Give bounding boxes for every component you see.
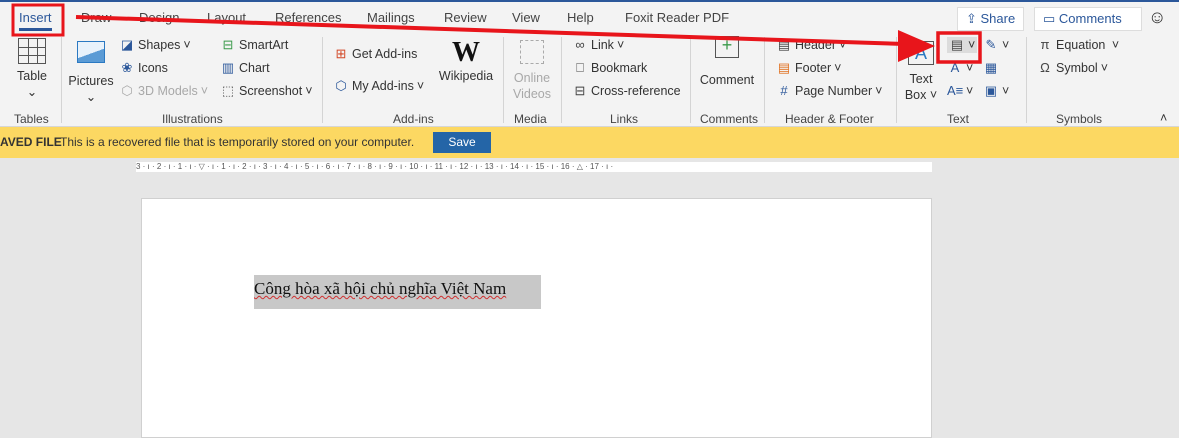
annotation-box-insert [11,3,65,37]
annotation-overlay [11,3,982,64]
annotation-arrowhead [898,30,935,62]
annotation-box-quick-parts [936,31,982,64]
annotation-arrow-line [75,15,906,46]
